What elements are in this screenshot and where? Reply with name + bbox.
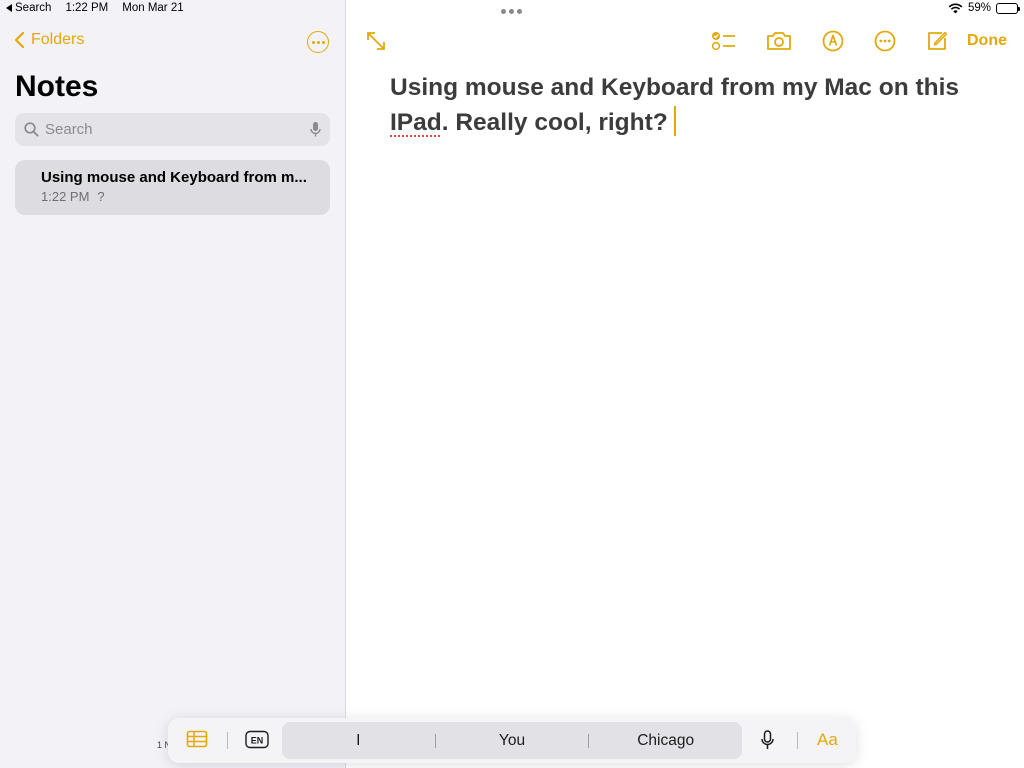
note-list-item-time: 1:22 PM: [41, 189, 90, 204]
folders-back-label: Folders: [31, 31, 85, 48]
more-icon[interactable]: [874, 30, 896, 52]
text-cursor: [673, 106, 676, 136]
folders-back-button[interactable]: Folders: [14, 31, 84, 49]
separator: [227, 732, 228, 749]
suggestion-2[interactable]: You: [436, 732, 589, 750]
text-format-button[interactable]: Aa: [817, 730, 838, 750]
expand-icon[interactable]: [365, 30, 387, 52]
input-language-icon[interactable]: EN: [245, 730, 269, 749]
chevron-left-icon: [14, 31, 25, 49]
microphone-icon[interactable]: [761, 730, 774, 751]
predictive-suggestions: I You Chicago: [282, 722, 742, 759]
checklist-icon[interactable]: [711, 30, 737, 52]
search-icon: [24, 122, 39, 137]
note-text-part1: Using mouse and Keyboard from my Mac on …: [390, 74, 960, 101]
multitasking-dots-icon[interactable]: [501, 9, 522, 14]
separator: [797, 732, 798, 749]
note-list-item-meta: 1:22 PM ?: [41, 189, 330, 204]
back-app-label: Search: [15, 2, 52, 14]
back-triangle-icon: [6, 4, 12, 12]
status-bar-left: Search 1:22 PM Mon Mar 21: [6, 2, 184, 14]
keyboard-shortcut-bar: EN I You Chicago Aa: [168, 718, 856, 763]
camera-icon[interactable]: [766, 30, 792, 52]
compose-icon[interactable]: [926, 30, 948, 52]
battery-icon: [996, 2, 1020, 14]
note-text-editor[interactable]: Using mouse and Keyboard from my Mac on …: [390, 70, 990, 140]
status-date: Mon Mar 21: [122, 2, 184, 14]
battery-percent: 59%: [967, 2, 991, 14]
note-list-item[interactable]: Using mouse and Keyboard from m... 1:22 …: [15, 160, 330, 215]
status-time: 1:22 PM: [65, 2, 109, 14]
note-text-part2: . Really cool, right?: [441, 109, 668, 136]
table-icon[interactable]: [186, 730, 208, 748]
suggestion-3[interactable]: Chicago: [589, 732, 742, 750]
search-input[interactable]: [45, 121, 310, 138]
misspelled-word[interactable]: IPad: [390, 109, 442, 136]
search-bar[interactable]: [15, 113, 330, 146]
dictation-mic-icon[interactable]: [310, 121, 321, 138]
page-title: Notes: [15, 70, 99, 103]
done-button[interactable]: Done: [967, 32, 1007, 50]
wifi-icon: [948, 3, 963, 13]
note-list-item-preview: ?: [97, 189, 105, 204]
input-language-label: EN: [251, 736, 264, 746]
status-bar-right: 59%: [948, 2, 1020, 14]
sidebar-more-button[interactable]: [307, 31, 329, 53]
back-to-app[interactable]: Search: [6, 2, 51, 14]
note-list-item-title: Using mouse and Keyboard from m...: [41, 169, 307, 186]
markup-icon[interactable]: [822, 30, 844, 52]
suggestion-1[interactable]: I: [282, 732, 435, 750]
